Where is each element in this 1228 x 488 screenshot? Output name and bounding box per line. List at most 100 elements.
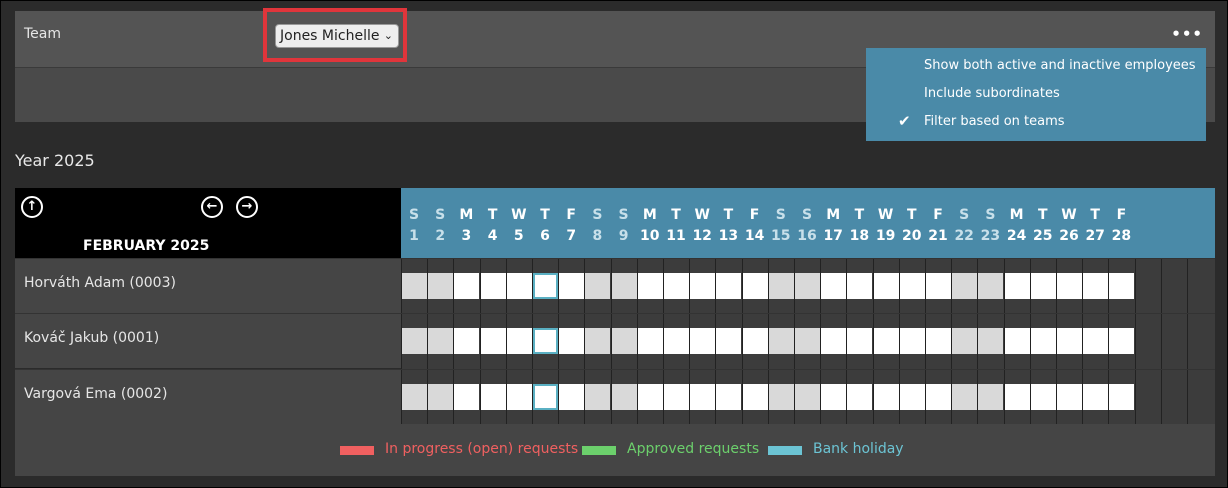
day-cell[interactable]	[741, 259, 768, 314]
day-cell[interactable]	[741, 370, 768, 425]
day-cell[interactable]	[689, 259, 716, 314]
day-cell[interactable]	[479, 314, 506, 369]
day-cell[interactable]	[715, 370, 742, 425]
day-cell[interactable]	[401, 259, 427, 314]
day-cell[interactable]	[401, 314, 427, 369]
arrow-right-icon[interactable]: →	[236, 196, 258, 218]
day-cell[interactable]	[558, 314, 585, 369]
day-cell[interactable]	[532, 314, 558, 369]
day-cell[interactable]	[846, 259, 873, 314]
day-cell[interactable]	[715, 314, 742, 369]
day-cell[interactable]	[1056, 370, 1082, 425]
day-cell[interactable]	[1003, 314, 1030, 369]
day-cell[interactable]	[1029, 259, 1056, 314]
day-cell[interactable]	[925, 259, 951, 314]
day-bar	[1030, 384, 1056, 410]
day-cell[interactable]	[872, 370, 899, 425]
team-select[interactable]: Jones Michelle ⌄	[275, 24, 399, 48]
day-cell[interactable]	[977, 259, 1004, 314]
day-cell[interactable]	[558, 370, 585, 425]
day-cell[interactable]	[767, 370, 794, 425]
day-cell[interactable]	[741, 314, 768, 369]
day-cell[interactable]	[1082, 314, 1109, 369]
day-cell[interactable]	[925, 314, 951, 369]
menu-item-show-inactive[interactable]: Show both active and inactive employees	[866, 54, 1206, 80]
day-cell[interactable]	[898, 259, 925, 314]
day-cell[interactable]	[532, 370, 558, 425]
day-cell[interactable]	[453, 314, 480, 369]
day-cell[interactable]	[846, 370, 873, 425]
day-cell[interactable]	[951, 259, 978, 314]
day-cell[interactable]	[505, 259, 532, 314]
day-cell[interactable]	[951, 370, 978, 425]
day-cell[interactable]	[479, 259, 506, 314]
day-cell[interactable]	[977, 314, 1004, 369]
day-cell[interactable]	[636, 259, 663, 314]
day-cell[interactable]	[479, 370, 506, 425]
day-cell[interactable]	[505, 370, 532, 425]
day-cell[interactable]	[898, 314, 925, 369]
menu-item-filter-teams[interactable]: ✔ Filter based on teams	[866, 110, 1206, 136]
day-cell[interactable]	[820, 259, 847, 314]
day-cell[interactable]	[1056, 314, 1082, 369]
team-label: Team	[24, 26, 62, 42]
day-cell[interactable]	[663, 370, 689, 425]
day-cell[interactable]	[820, 370, 847, 425]
day-cell[interactable]	[872, 314, 899, 369]
day-cell[interactable]	[820, 314, 847, 369]
day-cell[interactable]	[610, 259, 637, 314]
menu-item-include-subordinates[interactable]: Include subordinates	[866, 82, 1206, 108]
day-cell[interactable]	[715, 259, 742, 314]
day-cell[interactable]	[636, 314, 663, 369]
employee-name[interactable]: Horváth Adam (0003)	[24, 275, 176, 291]
day-cell[interactable]	[794, 370, 820, 425]
day-cell[interactable]	[898, 370, 925, 425]
weekday-letter: S	[959, 207, 970, 223]
day-cell[interactable]	[1108, 370, 1135, 425]
day-cell[interactable]	[663, 259, 689, 314]
day-cell[interactable]	[1108, 259, 1135, 314]
day-cell[interactable]	[1082, 259, 1109, 314]
day-cell[interactable]	[427, 259, 454, 314]
day-cell[interactable]	[401, 370, 427, 425]
arrow-up-icon[interactable]: ↑	[21, 196, 43, 218]
day-cell[interactable]	[846, 314, 873, 369]
arrow-left-icon[interactable]: ←	[201, 196, 223, 218]
day-cell[interactable]	[610, 314, 637, 369]
day-cell[interactable]	[505, 314, 532, 369]
day-cell[interactable]	[427, 314, 454, 369]
day-cell[interactable]	[584, 259, 611, 314]
day-cell[interactable]	[584, 370, 611, 425]
day-cell[interactable]	[558, 259, 585, 314]
day-cell[interactable]	[689, 370, 716, 425]
day-cell[interactable]	[1029, 314, 1056, 369]
employee-name[interactable]: Vargová Ema (0002)	[24, 386, 167, 402]
day-cell[interactable]	[1108, 314, 1135, 369]
more-options-icon[interactable]: •••	[1171, 25, 1203, 43]
day-bar	[821, 273, 847, 299]
day-cell[interactable]	[532, 259, 558, 314]
day-cell[interactable]	[610, 370, 637, 425]
day-cell[interactable]	[636, 370, 663, 425]
day-cell[interactable]	[767, 314, 794, 369]
employee-name[interactable]: Kováč Jakub (0001)	[24, 330, 159, 346]
day-cell[interactable]	[1056, 259, 1082, 314]
day-cell[interactable]	[1029, 370, 1056, 425]
day-bar	[742, 328, 768, 354]
day-cell[interactable]	[1003, 370, 1030, 425]
day-cell[interactable]	[767, 259, 794, 314]
day-cell[interactable]	[794, 314, 820, 369]
day-cell[interactable]	[427, 370, 454, 425]
day-cell[interactable]	[977, 370, 1004, 425]
day-cell[interactable]	[584, 314, 611, 369]
day-cell[interactable]	[794, 259, 820, 314]
day-cell[interactable]	[663, 314, 689, 369]
day-cell[interactable]	[453, 259, 480, 314]
day-cell[interactable]	[951, 314, 978, 369]
day-cell[interactable]	[925, 370, 951, 425]
day-cell[interactable]	[453, 370, 480, 425]
day-cell[interactable]	[872, 259, 899, 314]
day-cell[interactable]	[1003, 259, 1030, 314]
day-cell[interactable]	[689, 314, 716, 369]
day-cell[interactable]	[1082, 370, 1109, 425]
